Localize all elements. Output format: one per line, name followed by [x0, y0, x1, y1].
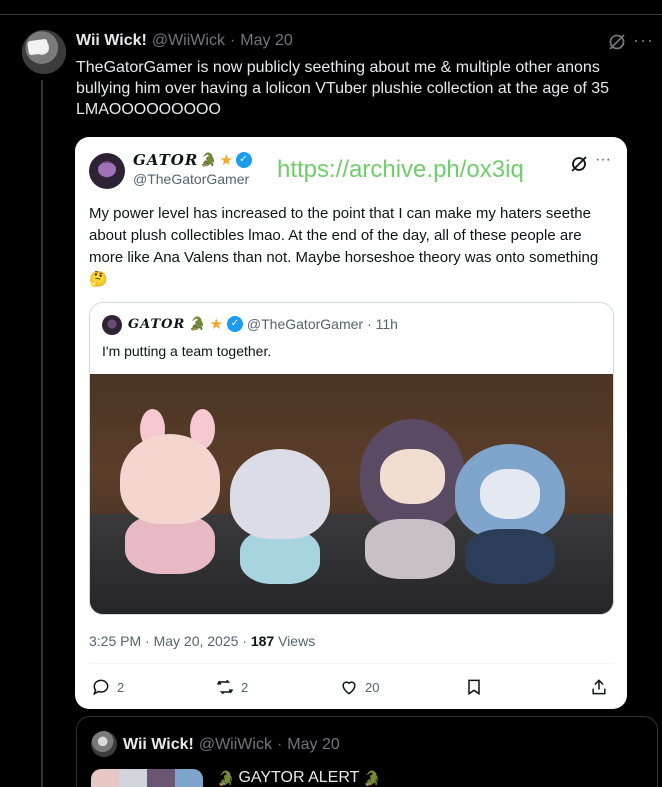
post-date[interactable]: May 20	[240, 32, 292, 50]
like-icon	[342, 681, 356, 695]
inner-author-name: GATOR	[128, 316, 186, 332]
verified-icon: ✓	[235, 152, 252, 168]
quoted-text: My power level has increased to the poin…	[89, 205, 599, 288]
reply-author-handle[interactable]: @WiiWick	[199, 736, 272, 754]
share-icon	[592, 679, 606, 695]
inner-text: I'm putting a team together.	[102, 343, 272, 359]
plushie-photo	[90, 374, 613, 614]
verified-icon: ✓	[226, 316, 243, 332]
reply-icon	[92, 679, 109, 696]
repost-count: 2	[241, 679, 249, 695]
timestamp: 3:25 PM · May 20, 2025 ·	[89, 633, 251, 649]
reply-text: GAYTOR ALERT	[238, 769, 360, 786]
reply-date[interactable]: May 20	[287, 736, 339, 754]
thread-line	[41, 80, 43, 787]
separator: ·	[229, 32, 236, 49]
bookmark-icon	[468, 679, 480, 696]
inner-author-handle: @TheGatorGamer	[246, 316, 364, 332]
star-icon: ★	[209, 315, 223, 333]
reply-author-name[interactable]: Wii Wick!	[123, 736, 194, 754]
quoted-author-handle: @TheGatorGamer	[133, 171, 250, 187]
views-count: 187	[250, 633, 275, 649]
author-name[interactable]: Wii Wick!	[76, 32, 147, 50]
post-text: TheGatorGamer is now publicly seething a…	[76, 59, 610, 118]
reply-text-row: 🐊 GAYTOR ALERT 🐊	[217, 769, 381, 787]
views-label: Views	[274, 633, 316, 649]
star-icon: ★	[219, 151, 234, 169]
crocodile-icon: 🐊	[363, 769, 381, 786]
avatar[interactable]	[22, 30, 66, 74]
reply-thumbnail[interactable]	[91, 769, 203, 787]
separator: ·	[276, 736, 283, 753]
author-handle[interactable]: @WiiWick	[152, 32, 225, 50]
quoted-tweet-card[interactable]: GATOR 🐊 ★ ✓ @TheGatorGamer https://archi…	[75, 137, 627, 709]
crocodile-icon: 🐊	[217, 769, 235, 786]
crocodile-icon: 🐊	[200, 152, 218, 168]
repost-action: 2	[215, 677, 248, 697]
inner-quoted-tweet: GATOR 🐊 ★ ✓ @TheGatorGamer · 11h I'm put…	[89, 302, 614, 615]
archive-link: https://archive.ph/ox3iq	[277, 156, 524, 183]
repost-icon	[216, 679, 234, 695]
more-icon[interactable]: ···	[633, 30, 654, 51]
grok-icon[interactable]	[607, 32, 627, 52]
crocodile-icon: 🐊	[189, 316, 206, 332]
reply-card[interactable]: Wii Wick! @WiiWick · May 20 🐊 GAYTOR ALE…	[76, 716, 658, 787]
like-count: 20	[365, 679, 380, 695]
like-action: 20	[339, 677, 379, 697]
tweet-meta: 3:25 PM · May 20, 2025 · 187 Views	[89, 633, 315, 649]
reply-avatar[interactable]	[91, 731, 117, 757]
more-icon: ···	[595, 151, 611, 168]
quoted-author-name: GATOR 🐊 ★ ✓	[133, 151, 252, 169]
post-header: Wii Wick! @WiiWick · May 20	[76, 32, 293, 50]
divider	[89, 663, 614, 664]
top-divider	[0, 14, 662, 15]
quoted-avatar	[89, 153, 125, 189]
reply-action: 2	[91, 677, 124, 697]
action-bar: 2 2 20	[89, 677, 614, 699]
share-action	[589, 677, 609, 697]
reply-header: Wii Wick! @WiiWick · May 20	[123, 736, 340, 754]
inner-header: GATOR 🐊 ★ ✓ @TheGatorGamer · 11h	[128, 315, 398, 333]
bookmark-action	[464, 677, 484, 697]
grok-icon	[571, 156, 587, 172]
inner-time: · 11h	[367, 316, 398, 332]
inner-avatar	[102, 315, 122, 335]
reply-count: 2	[117, 679, 125, 695]
